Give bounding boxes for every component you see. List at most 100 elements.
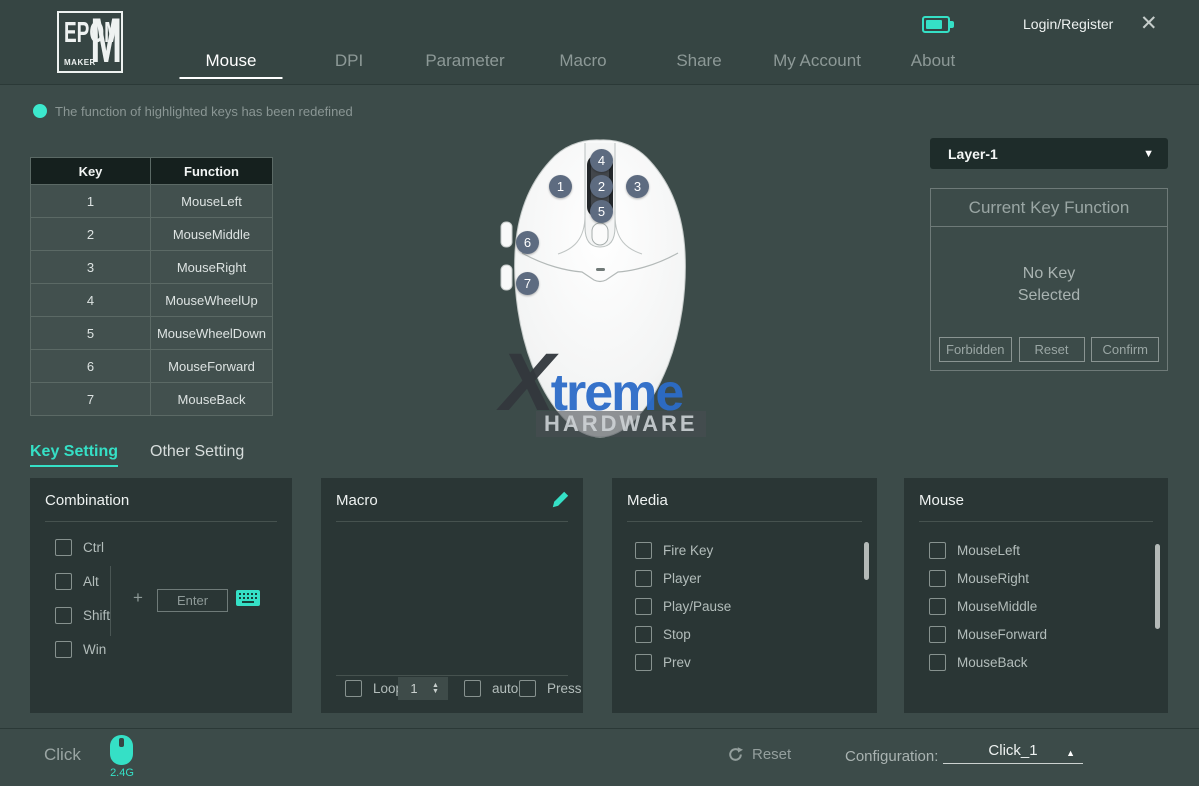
play-pause-label: Play/Pause (663, 599, 731, 614)
mouse-option-back[interactable]: MouseBack (929, 654, 1028, 671)
mousemiddle-checkbox[interactable] (929, 598, 946, 615)
reset-label: Reset (752, 746, 791, 763)
forbidden-button[interactable]: Forbidden (939, 337, 1012, 362)
press-checkbox[interactable] (519, 680, 536, 697)
loop-count-stepper[interactable]: 1 ▲ ▼ (398, 677, 448, 700)
tab-about[interactable]: About (911, 51, 955, 71)
modifier-win[interactable]: Win (55, 641, 106, 658)
mouseback-label: MouseBack (957, 655, 1028, 670)
mouse-diagram: 1 2 3 4 5 6 7 (490, 135, 710, 440)
combination-key-input[interactable] (157, 589, 228, 612)
media-option-prev[interactable]: Prev (635, 654, 691, 671)
mouse-option-middle[interactable]: MouseMiddle (929, 598, 1037, 615)
configuration-value: Click_1 (988, 742, 1037, 759)
shift-checkbox[interactable] (55, 607, 72, 624)
modifier-alt[interactable]: Alt (55, 573, 99, 590)
mouseback-checkbox[interactable] (929, 654, 946, 671)
media-option-stop[interactable]: Stop (635, 626, 691, 643)
win-checkbox[interactable] (55, 641, 72, 658)
macro-panel: Macro Loop 1 ▲ ▼ auto Press (321, 478, 583, 713)
table-row[interactable]: 3MouseRight (31, 251, 273, 284)
plus-sign: + (133, 588, 143, 608)
alt-checkbox[interactable] (55, 573, 72, 590)
configuration-select[interactable]: Click_1 ▲ (943, 742, 1083, 764)
table-row[interactable]: 7MouseBack (31, 383, 273, 416)
refresh-icon (727, 746, 744, 763)
loop-checkbox[interactable] (345, 680, 362, 697)
table-row[interactable]: 2MouseMiddle (31, 218, 273, 251)
table-row[interactable]: 1MouseLeft (31, 185, 273, 218)
close-icon[interactable]: ✕ (1140, 11, 1158, 36)
mousemiddle-label: MouseMiddle (957, 599, 1037, 614)
press-option[interactable]: Press (519, 680, 582, 697)
tab-mouse[interactable]: Mouse (179, 51, 282, 79)
modifier-ctrl[interactable]: Ctrl (55, 539, 104, 556)
tab-my-account[interactable]: My Account (773, 51, 861, 71)
tab-other-setting[interactable]: Other Setting (150, 443, 244, 461)
function-cell: MouseWheelUp (151, 284, 273, 317)
player-label: Player (663, 571, 701, 586)
prev-label: Prev (663, 655, 691, 670)
epomaker-logo: EPOM MAKER M (57, 11, 123, 73)
combination-title: Combination (45, 492, 129, 509)
fire-key-checkbox[interactable] (635, 542, 652, 559)
auto-checkbox[interactable] (464, 680, 481, 697)
mouse-option-forward[interactable]: MouseForward (929, 626, 1047, 643)
tab-share[interactable]: Share (676, 51, 721, 71)
connected-mouse-icon[interactable] (110, 735, 133, 765)
key-badge-1[interactable]: 1 (549, 175, 572, 198)
stepper-arrows[interactable]: ▲ ▼ (432, 683, 439, 695)
footer-bar: Click 2.4G Reset Configuration: Click_1 … (0, 728, 1199, 786)
tab-parameter[interactable]: Parameter (425, 51, 504, 71)
key-badge-2[interactable]: 2 (590, 175, 613, 198)
tab-key-setting[interactable]: Key Setting (30, 443, 118, 467)
media-scrollbar[interactable] (864, 542, 869, 580)
login-register-link[interactable]: Login/Register (1023, 16, 1113, 32)
ctrl-label: Ctrl (83, 540, 104, 555)
mouseforward-checkbox[interactable] (929, 626, 946, 643)
ctrl-checkbox[interactable] (55, 539, 72, 556)
tab-macro[interactable]: Macro (559, 51, 606, 71)
key-badge-4[interactable]: 4 (590, 149, 613, 172)
mouse-option-right[interactable]: MouseRight (929, 570, 1029, 587)
modifier-shift[interactable]: Shift (55, 607, 110, 624)
table-row[interactable]: 4MouseWheelUp (31, 284, 273, 317)
key-badge-5[interactable]: 5 (590, 200, 613, 223)
key-badge-7[interactable]: 7 (516, 272, 539, 295)
media-option-fire-key[interactable]: Fire Key (635, 542, 713, 559)
auto-option[interactable]: auto (464, 680, 518, 697)
loop-option[interactable]: Loop (345, 680, 403, 697)
tab-dpi[interactable]: DPI (335, 51, 363, 71)
mouse-option-left[interactable]: MouseLeft (929, 542, 1020, 559)
stop-checkbox[interactable] (635, 626, 652, 643)
function-cell: MouseForward (151, 350, 273, 383)
player-checkbox[interactable] (635, 570, 652, 587)
key-badge-6[interactable]: 6 (516, 231, 539, 254)
mouse-panel-title: Mouse (919, 492, 964, 509)
table-row[interactable]: 6MouseForward (31, 350, 273, 383)
play-pause-checkbox[interactable] (635, 598, 652, 615)
reset-configuration-button[interactable]: Reset (727, 746, 791, 763)
reset-key-button[interactable]: Reset (1019, 337, 1085, 362)
table-row[interactable]: 5MouseWheelDown (31, 317, 273, 350)
current-key-buttons: Forbidden Reset Confirm (939, 337, 1159, 362)
combination-panel: Combination Ctrl Alt Shift Win + (30, 478, 292, 713)
layer-select[interactable]: Layer-1 ▼ (930, 138, 1168, 169)
vertical-divider (110, 566, 111, 636)
function-cell: MouseLeft (151, 185, 273, 218)
mouse-panel-scrollbar[interactable] (1155, 544, 1160, 629)
mouseright-checkbox[interactable] (929, 570, 946, 587)
key-cell: 4 (31, 284, 151, 317)
key-badge-3[interactable]: 3 (626, 175, 649, 198)
confirm-button[interactable]: Confirm (1091, 337, 1159, 362)
macro-title: Macro (336, 492, 378, 509)
media-option-play-pause[interactable]: Play/Pause (635, 598, 731, 615)
edit-pencil-icon[interactable] (552, 491, 569, 508)
keyboard-icon[interactable] (236, 590, 260, 606)
stepper-down-icon[interactable]: ▼ (432, 689, 439, 695)
function-cell: MouseRight (151, 251, 273, 284)
prev-checkbox[interactable] (635, 654, 652, 671)
mouseleft-checkbox[interactable] (929, 542, 946, 559)
connection-badge: 2.4G (103, 767, 141, 779)
media-option-player[interactable]: Player (635, 570, 701, 587)
